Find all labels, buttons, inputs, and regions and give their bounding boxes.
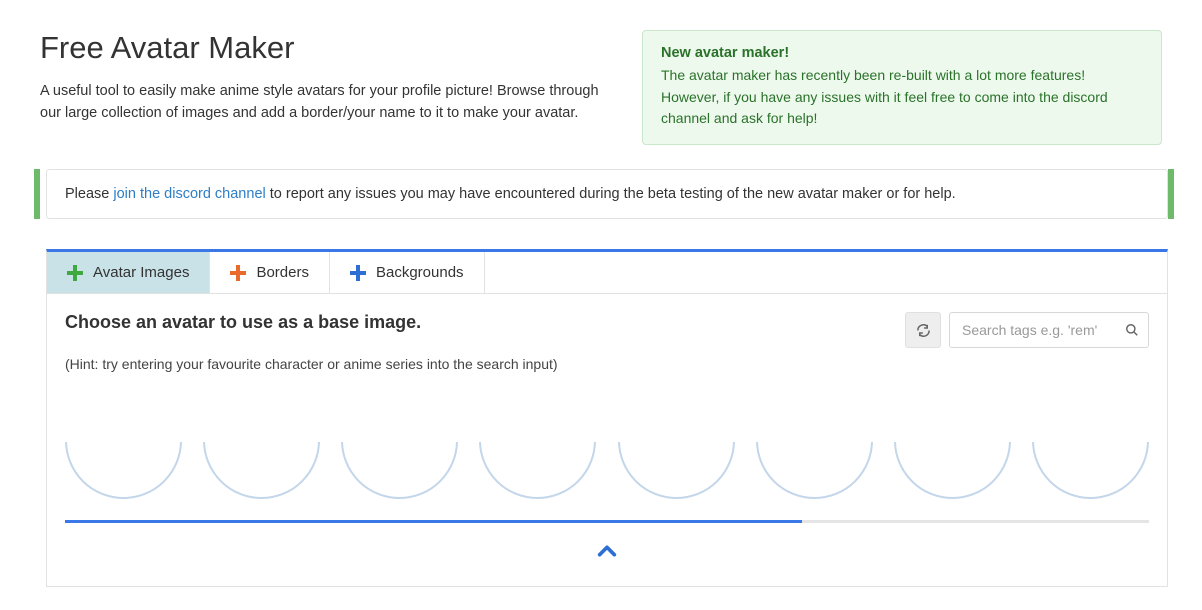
- page-title: Free Avatar Maker: [40, 30, 612, 66]
- alert-title: New avatar maker!: [661, 45, 1143, 61]
- notice-left-stripe: [34, 169, 40, 219]
- discord-notice: Please join the discord channel to repor…: [40, 169, 1162, 219]
- plus-icon: [230, 265, 246, 281]
- avatar-panel: Avatar Images Borders Backgrounds Choose…: [46, 249, 1168, 587]
- search-input[interactable]: [949, 312, 1149, 348]
- alert-body: The avatar maker has recently been re-bu…: [661, 65, 1143, 130]
- section-hint: (Hint: try entering your favourite chara…: [65, 356, 1149, 372]
- tab-label: Backgrounds: [376, 264, 464, 281]
- avatar-slot[interactable]: [341, 442, 458, 499]
- notice-right-stripe: [1168, 169, 1174, 219]
- progress-fill: [65, 520, 802, 523]
- avatar-slot[interactable]: [894, 442, 1011, 499]
- tab-borders[interactable]: Borders: [210, 252, 330, 293]
- tab-bar: Avatar Images Borders Backgrounds: [47, 252, 1167, 294]
- page-description: A useful tool to easily make anime style…: [40, 80, 612, 125]
- avatar-slot[interactable]: [1032, 442, 1149, 499]
- plus-icon: [67, 265, 83, 281]
- avatar-slot[interactable]: [756, 442, 873, 499]
- discord-link[interactable]: join the discord channel: [113, 186, 265, 202]
- tab-backgrounds[interactable]: Backgrounds: [330, 252, 485, 293]
- avatar-row: [65, 442, 1149, 502]
- discord-notice-suffix: to report any issues you may have encoun…: [266, 186, 956, 202]
- tab-label: Borders: [256, 264, 309, 281]
- avatar-slot[interactable]: [203, 442, 320, 499]
- tab-label: Avatar Images: [93, 264, 189, 281]
- avatar-slot[interactable]: [618, 442, 735, 499]
- tab-avatar-images[interactable]: Avatar Images: [47, 252, 210, 293]
- search-icon: [1125, 323, 1139, 337]
- avatar-slot[interactable]: [65, 442, 182, 499]
- refresh-button[interactable]: [905, 312, 941, 348]
- progress-track: [65, 520, 1149, 523]
- refresh-icon: [916, 323, 931, 338]
- discord-notice-prefix: Please: [65, 186, 113, 202]
- alert-new-avatar-maker: New avatar maker! The avatar maker has r…: [642, 30, 1162, 145]
- section-title: Choose an avatar to use as a base image.: [65, 312, 421, 333]
- plus-icon: [350, 265, 366, 281]
- chevron-up-icon: [596, 543, 618, 559]
- avatar-slot[interactable]: [479, 442, 596, 499]
- collapse-chevron[interactable]: [596, 543, 618, 559]
